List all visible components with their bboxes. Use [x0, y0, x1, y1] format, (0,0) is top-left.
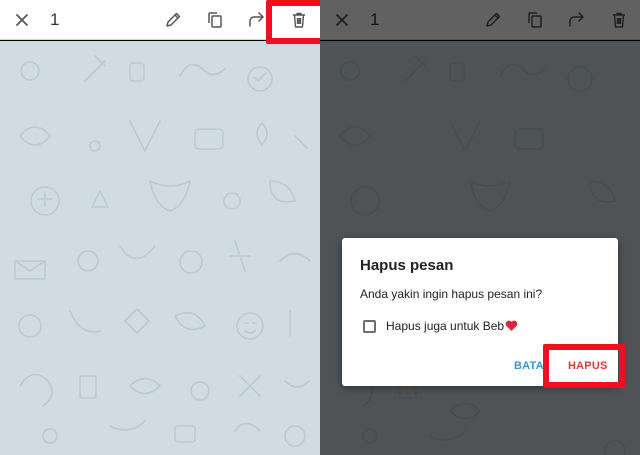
- edit-button[interactable]: [161, 8, 185, 32]
- edit-icon: [166, 12, 181, 27]
- doodle-pattern: [14, 55, 311, 447]
- confirm-delete-highlight: [543, 344, 625, 388]
- right-screen: 1: [320, 0, 640, 455]
- close-icon: [16, 14, 28, 26]
- cancel-button[interactable]: BATAL: [514, 360, 546, 372]
- close-selection-button[interactable]: [10, 8, 34, 32]
- delete-for-recipient-label-row[interactable]: Hapus juga untuk Beb: [386, 319, 518, 333]
- checkbox-label: Hapus juga untuk Beb: [386, 319, 505, 333]
- dialog-message: Anda yakin ingin hapus pesan ini?: [360, 287, 543, 301]
- forward-icon: [249, 12, 264, 27]
- left-screen: 1: [0, 0, 320, 455]
- copy-icon: [208, 12, 222, 28]
- selected-count: 1: [50, 10, 60, 29]
- heart-icon: [505, 320, 518, 331]
- chat-background: [0, 41, 320, 455]
- dialog-title: Hapus pesan: [360, 257, 454, 274]
- delete-button-highlight: [266, 0, 320, 44]
- delete-for-recipient-checkbox[interactable]: [363, 320, 376, 333]
- copy-button[interactable]: [203, 8, 227, 32]
